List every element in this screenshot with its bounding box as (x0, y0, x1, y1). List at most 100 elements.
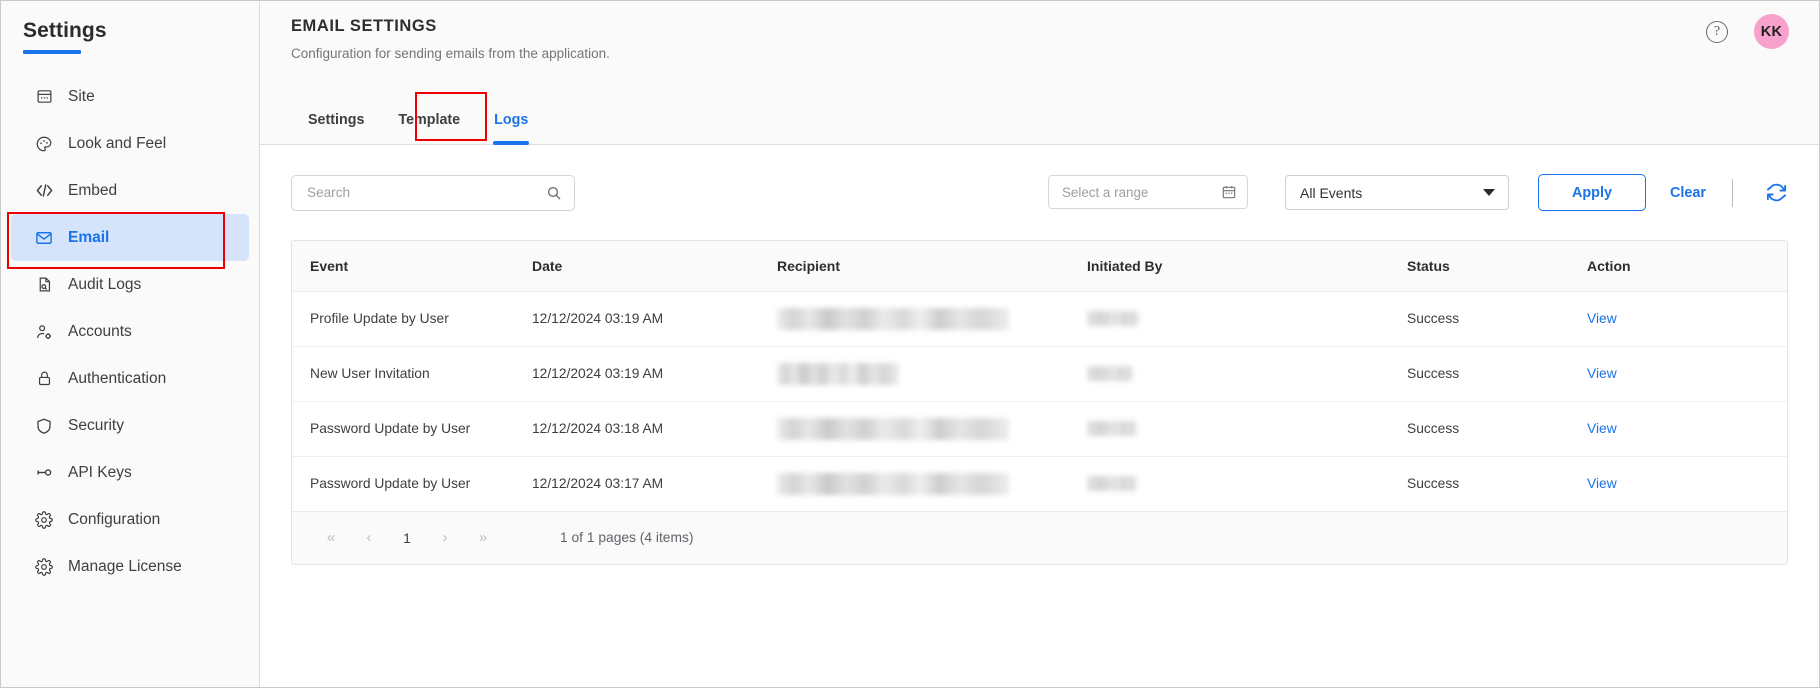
shield-icon (34, 416, 54, 436)
view-link[interactable]: View (1587, 366, 1617, 381)
page-subtitle: Configuration for sending emails from th… (291, 46, 610, 61)
pagination-first-button[interactable]: « (312, 521, 350, 555)
table-row: Profile Update by User 12/12/2024 03:19 … (292, 291, 1787, 346)
tab-logs[interactable]: Logs (477, 95, 545, 145)
search-input[interactable] (307, 185, 546, 200)
sidebar-item-look-and-feel[interactable]: Look and Feel (11, 120, 249, 167)
event-filter-select[interactable]: All Events (1285, 175, 1509, 210)
column-header-event: Event (310, 257, 349, 274)
column-header-date: Date (532, 257, 563, 274)
right-filters: Select a range All Events Apply Clear (1048, 145, 1788, 240)
cell-date: 12/12/2024 03:19 AM (532, 311, 664, 326)
clear-button[interactable]: Clear (1670, 185, 1706, 201)
date-range-picker[interactable]: Select a range (1048, 175, 1248, 209)
cell-event: Profile Update by User (310, 311, 449, 326)
sidebar-item-api-keys[interactable]: API Keys (11, 449, 249, 496)
envelope-icon (34, 228, 54, 248)
sidebar-item-configuration[interactable]: Configuration (11, 496, 249, 543)
cell-event: Password Update by User (310, 421, 471, 436)
cell-action: View (1587, 401, 1787, 456)
cell-date: 12/12/2024 03:18 AM (532, 421, 664, 436)
pagination: « ‹ 1 › » 1 of 1 pages (4 items) (292, 510, 1787, 564)
column-header-initiated-by: Initiated By (1087, 257, 1163, 274)
cell-date: 12/12/2024 03:17 AM (532, 476, 664, 491)
gear-icon (34, 510, 54, 530)
apply-button[interactable]: Apply (1538, 174, 1646, 211)
sidebar: Settings Site Look and Feel Embed Email … (1, 1, 260, 687)
key-icon (34, 463, 54, 483)
sidebar-title: Settings (23, 19, 107, 42)
tab-label: Template (398, 111, 461, 128)
sidebar-item-security[interactable]: Security (11, 402, 249, 449)
refresh-icon[interactable] (1765, 181, 1788, 204)
pagination-page-1[interactable]: 1 (388, 521, 426, 555)
tab-bar: Settings Template Logs (260, 87, 1819, 145)
search-box[interactable] (291, 174, 575, 211)
search-icon[interactable] (546, 185, 562, 201)
cell-initiated-by (1087, 346, 1407, 401)
cell-initiated-by (1087, 456, 1407, 511)
column-header-recipient: Recipient (777, 257, 841, 274)
avatar[interactable]: KK (1754, 14, 1789, 49)
cell-action: View (1587, 291, 1787, 346)
column-header-action: Action (1587, 257, 1631, 274)
table-header-row: Event Date Recipient Initiated By Status… (292, 241, 1787, 291)
content-area: Select a range (260, 145, 1819, 565)
pagination-prev-button[interactable]: ‹ (350, 521, 388, 555)
cell-event: Password Update by User (310, 476, 471, 491)
sidebar-item-label: Embed (68, 181, 118, 199)
pagination-next-button[interactable]: › (426, 521, 464, 555)
cell-initiated-by (1087, 401, 1407, 456)
cell-action: View (1587, 456, 1787, 511)
view-link[interactable]: View (1587, 421, 1617, 436)
redacted-recipient (777, 417, 1009, 440)
table-row: Password Update by User 12/12/2024 03:18… (292, 401, 1787, 456)
sidebar-item-label: Email (68, 228, 110, 246)
sidebar-item-manage-license[interactable]: Manage License (11, 543, 249, 590)
sidebar-item-accounts[interactable]: Accounts (11, 308, 249, 355)
cell-recipient (777, 401, 1087, 456)
header-actions: ? KK (1706, 14, 1789, 49)
sidebar-item-label: Configuration (68, 510, 161, 528)
person-gear-icon (34, 322, 54, 342)
column-header-status: Status (1407, 257, 1450, 274)
cell-status: Success (1407, 421, 1460, 436)
redacted-recipient (777, 362, 899, 385)
sidebar-item-audit-logs[interactable]: Audit Logs (11, 261, 249, 308)
logs-table: Event Date Recipient Initiated By Status… (292, 241, 1787, 511)
cell-recipient (777, 346, 1087, 401)
redacted-initiated-by (1087, 476, 1137, 492)
cell-status: Success (1407, 366, 1460, 381)
question-mark-icon[interactable]: ? (1706, 20, 1728, 43)
pagination-last-button[interactable]: » (464, 521, 502, 555)
sidebar-item-label: Accounts (68, 322, 132, 340)
sidebar-item-email[interactable]: Email (11, 214, 249, 261)
sidebar-item-label: Audit Logs (68, 275, 142, 293)
redacted-recipient (777, 472, 1009, 495)
cell-recipient (777, 456, 1087, 511)
table-row: Password Update by User 12/12/2024 03:17… (292, 456, 1787, 511)
cell-recipient (777, 291, 1087, 346)
cell-initiated-by (1087, 291, 1407, 346)
tab-settings[interactable]: Settings (291, 95, 381, 144)
sidebar-item-embed[interactable]: Embed (11, 167, 249, 214)
view-link[interactable]: View (1587, 476, 1617, 491)
view-link[interactable]: View (1587, 311, 1617, 326)
cell-date: 12/12/2024 03:19 AM (532, 366, 664, 381)
gear-license-icon (34, 557, 54, 577)
table-row: New User Invitation 12/12/2024 03:19 AM … (292, 346, 1787, 401)
sidebar-item-authentication[interactable]: Authentication (11, 355, 249, 402)
table-body: Profile Update by User 12/12/2024 03:19 … (292, 291, 1787, 511)
document-search-icon (34, 275, 54, 295)
tab-template[interactable]: Template (381, 95, 477, 144)
calendar-icon[interactable] (1221, 184, 1237, 200)
chevron-down-icon[interactable] (1483, 189, 1495, 196)
code-icon (34, 181, 54, 201)
sidebar-title-wrap: Settings (1, 15, 259, 54)
pagination-info: 1 of 1 pages (4 items) (560, 530, 694, 545)
sidebar-item-site[interactable]: Site (11, 73, 249, 120)
tab-label: Logs (494, 111, 529, 128)
palette-icon (34, 134, 54, 154)
redacted-initiated-by (1087, 366, 1133, 382)
lock-icon (34, 369, 54, 389)
